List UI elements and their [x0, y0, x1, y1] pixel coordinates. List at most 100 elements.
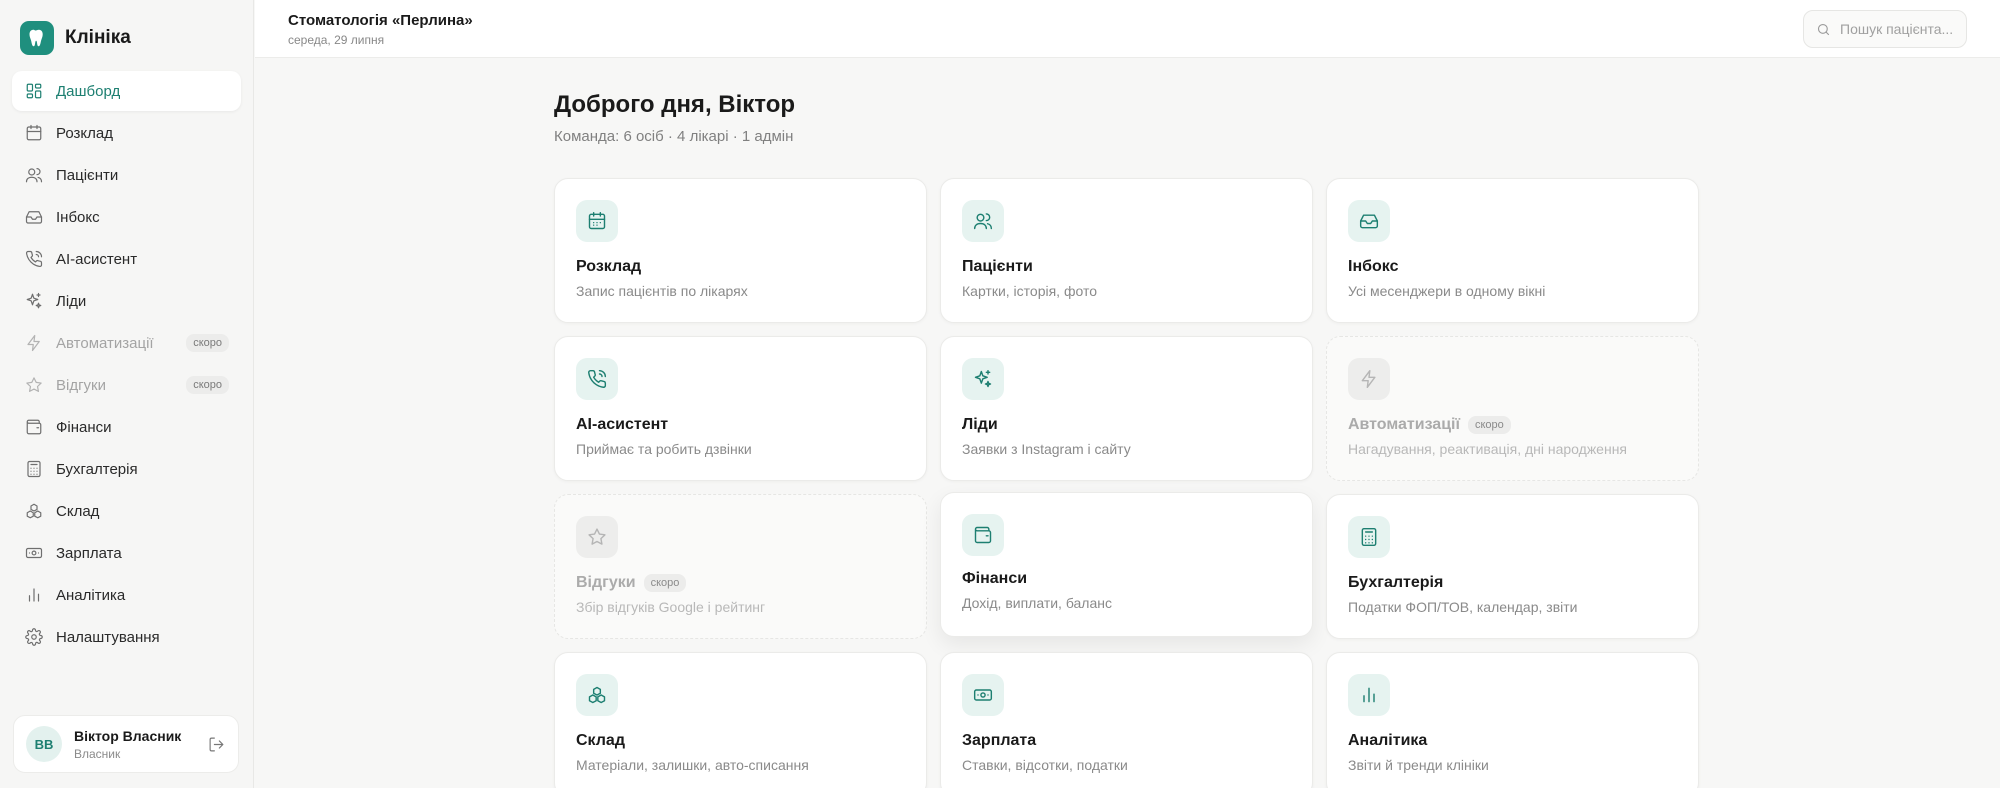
card-title-text: Відгуки: [576, 574, 636, 591]
phone-icon: [25, 250, 43, 268]
wallet-icon: [962, 514, 1004, 556]
card-desc: Ставки, відсотки, податки: [962, 757, 1128, 773]
card-automations: Автоматизації скоро Нагадування, реактива…: [1326, 336, 1699, 481]
logout-icon: [208, 736, 225, 753]
card-warehouse[interactable]: Склад Матеріали, залишки, авто-списання: [554, 652, 927, 788]
card-patients[interactable]: Пацієнти Картки, історія, фото: [940, 178, 1313, 323]
lightning-icon: [1348, 358, 1390, 400]
sidebar-item-dashboard[interactable]: Дашборд: [12, 71, 241, 111]
card-title: Автоматизації скоро: [1348, 416, 1511, 434]
sidebar-item-label: Автоматизації: [56, 334, 154, 352]
card-leads[interactable]: Ліди Заявки з Instagram і сайту: [940, 336, 1313, 481]
card-title-text: Ліди: [962, 416, 998, 433]
card-analytics[interactable]: Аналітика Звіти й тренди клініки: [1326, 652, 1699, 788]
card-title: Зарплата: [962, 732, 1036, 750]
sidebar-item-schedule[interactable]: Розклад: [12, 113, 241, 153]
card-finance[interactable]: Фінанси Дохід, виплати, баланс: [940, 492, 1313, 637]
card-desc: Приймає та робить дзвінки: [576, 441, 752, 457]
sidebar-item-finance[interactable]: Фінанси: [12, 407, 241, 447]
card-desc: Заявки з Instagram і сайту: [962, 441, 1131, 457]
search-input[interactable]: [1840, 21, 1958, 37]
soon-badge: скоро: [1467, 416, 1511, 434]
current-date: середа, 29 липня: [288, 33, 385, 47]
top-header: Стоматологія «Перлина» середа, 29 липня: [255, 0, 2000, 58]
brand-name: Клініка: [65, 27, 131, 48]
soon-badge: скоро: [186, 334, 229, 352]
sparkles-icon: [962, 358, 1004, 400]
sidebar-item-warehouse[interactable]: Склад: [12, 491, 241, 531]
boxes-icon: [25, 502, 43, 520]
phone-icon: [576, 358, 618, 400]
card-title-text: AI-асистент: [576, 416, 669, 433]
card-title: Розклад: [576, 258, 641, 276]
sidebar-item-automations[interactable]: Автоматизації скоро: [12, 323, 241, 363]
sidebar-nav: Дашборд Розклад Пацієнти Інбокс AI-асист…: [12, 71, 241, 659]
card-title-text: Пацієнти: [962, 258, 1033, 275]
card-desc: Матеріали, залишки, авто-списання: [576, 757, 809, 773]
page-title: Доброго дня, Віктор: [554, 91, 796, 118]
boxes-icon: [576, 674, 618, 716]
sidebar-item-analytics[interactable]: Аналітика: [12, 575, 241, 615]
wallet-icon: [25, 418, 43, 436]
inbox-icon: [1348, 200, 1390, 242]
sidebar-item-leads[interactable]: Ліди: [12, 281, 241, 321]
sidebar-item-accounting[interactable]: Бухгалтерія: [12, 449, 241, 489]
card-salary[interactable]: Зарплата Ставки, відсотки, податки: [940, 652, 1313, 788]
sidebar-item-label: Відгуки: [56, 376, 107, 394]
logout-button[interactable]: [206, 734, 226, 754]
sidebar-item-reviews[interactable]: Відгуки скоро: [12, 365, 241, 405]
team-summary: Команда: 6 осіб · 4 лікарі · 1 адмін: [554, 128, 794, 145]
user-card: ВВ Віктор Власник Власник: [13, 715, 239, 773]
card-title-text: Бухгалтерія: [1348, 574, 1444, 591]
card-desc: Дохід, виплати, баланс: [962, 595, 1112, 611]
users-icon: [25, 166, 43, 184]
bar-chart-icon: [25, 586, 43, 604]
sidebar-item-settings[interactable]: Налаштування: [12, 617, 241, 657]
user-role: Власник: [74, 746, 121, 761]
brand[interactable]: Клініка: [20, 21, 131, 55]
inbox-icon: [25, 208, 43, 226]
card-title-text: Розклад: [576, 258, 642, 275]
lightning-icon: [25, 334, 43, 352]
card-title: Ліди: [962, 416, 998, 434]
grid-icon: [25, 82, 43, 100]
card-accounting[interactable]: Бухгалтерія Податки ФОП/ТОВ, календар, з…: [1326, 494, 1699, 639]
sidebar-item-patients[interactable]: Пацієнти: [12, 155, 241, 195]
user-name: Віктор Власник: [74, 727, 182, 744]
soon-badge: скоро: [186, 376, 229, 394]
card-inbox[interactable]: Інбокс Усі месенджери в одному вікні: [1326, 178, 1699, 323]
card-title-text: Автоматизації: [1348, 416, 1460, 433]
sidebar-item-salary[interactable]: Зарплата: [12, 533, 241, 573]
sidebar-item-label: Інбокс: [56, 208, 100, 226]
sidebar-item-label: AI-асистент: [56, 250, 138, 268]
card-desc: Запис пацієнтів по лікарях: [576, 283, 748, 299]
sidebar-item-inbox[interactable]: Інбокс: [12, 197, 241, 237]
clinic-name: Стоматологія «Перлина»: [288, 12, 473, 29]
sidebar-item-label: Склад: [56, 502, 100, 520]
card-title-text: Аналітика: [1348, 732, 1428, 749]
bar-chart-icon: [1348, 674, 1390, 716]
card-desc: Нагадування, реактивація, дні народження: [1348, 441, 1628, 457]
search-box[interactable]: [1803, 10, 1967, 48]
card-title: Склад: [576, 732, 625, 750]
card-title-text: Фінанси: [962, 570, 1028, 587]
card-ai-assistant[interactable]: AI-асистент Приймає та робить дзвінки: [554, 336, 927, 481]
card-title-text: Зарплата: [962, 732, 1037, 749]
users-icon: [962, 200, 1004, 242]
card-title: AI-асистент: [576, 416, 668, 434]
card-title-text: Склад: [576, 732, 625, 749]
sidebar-item-ai-assistant[interactable]: AI-асистент: [12, 239, 241, 279]
calculator-icon: [25, 460, 43, 478]
tooth-icon: [20, 21, 54, 55]
calendar-icon: [576, 200, 618, 242]
sidebar: Клініка Дашборд Розклад Пацієнти Інбокс …: [0, 0, 254, 788]
sidebar-item-label: Пацієнти: [56, 166, 119, 184]
card-schedule[interactable]: Розклад Запис пацієнтів по лікарях: [554, 178, 927, 323]
avatar: ВВ: [26, 726, 62, 762]
card-title: Відгуки скоро: [576, 574, 687, 592]
card-title-text: Інбокс: [1348, 258, 1399, 275]
sidebar-item-label: Фінанси: [56, 418, 112, 436]
sidebar-item-label: Налаштування: [56, 628, 160, 646]
calculator-icon: [1348, 516, 1390, 558]
card-title: Фінанси: [962, 570, 1027, 588]
